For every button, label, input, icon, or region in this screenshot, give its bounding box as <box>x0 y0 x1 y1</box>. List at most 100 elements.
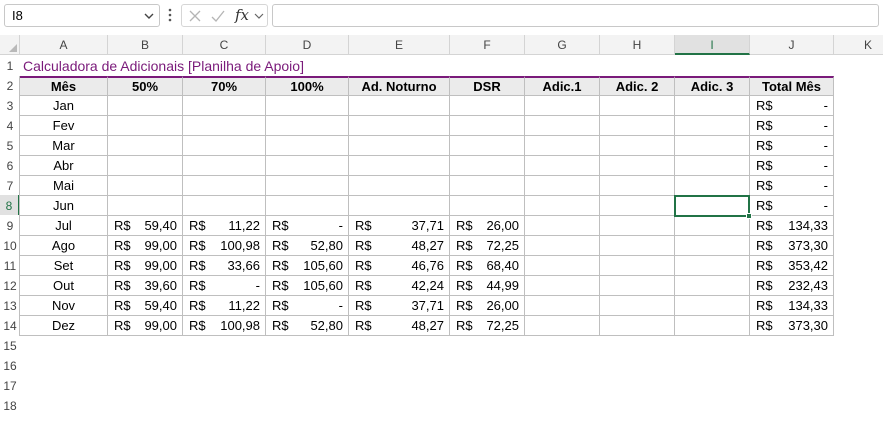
value-cell-v100[interactable] <box>266 116 349 136</box>
column-header-a[interactable]: A <box>20 35 108 55</box>
empty-cell[interactable] <box>600 276 675 296</box>
row-header-13[interactable]: 13 <box>0 295 20 315</box>
total-cell[interactable]: R$ 134,33 <box>750 296 834 316</box>
empty-cell[interactable] <box>675 236 750 256</box>
value-cell-v100[interactable]: R$ 52,80 <box>266 316 349 336</box>
name-box[interactable]: I8 <box>4 4 160 27</box>
total-cell[interactable]: R$ 232,43 <box>750 276 834 296</box>
value-cell-v50[interactable] <box>108 156 183 176</box>
empty-cell[interactable] <box>600 136 675 156</box>
row-header-12[interactable]: 12 <box>0 275 20 295</box>
empty-cell[interactable] <box>525 156 600 176</box>
empty-cell[interactable] <box>675 176 750 196</box>
empty-cell[interactable] <box>600 236 675 256</box>
row-header-8[interactable]: 8 <box>0 195 20 215</box>
total-cell[interactable]: R$ 353,42 <box>750 256 834 276</box>
empty-cell[interactable] <box>600 196 675 216</box>
value-cell-dsr[interactable] <box>450 156 525 176</box>
empty-cell[interactable] <box>600 216 675 236</box>
value-cell-v50[interactable]: R$ 99,00 <box>108 236 183 256</box>
value-cell-v50[interactable]: R$ 99,00 <box>108 256 183 276</box>
column-header-i[interactable]: I <box>675 35 750 55</box>
value-cell-v70[interactable]: R$ - <box>183 276 266 296</box>
total-cell[interactable]: R$ 373,30 <box>750 316 834 336</box>
value-cell-v70[interactable] <box>183 116 266 136</box>
value-cell-v50[interactable] <box>108 136 183 156</box>
table-header-7[interactable]: Adic. 2 <box>600 76 675 96</box>
value-cell-noturno[interactable] <box>349 156 450 176</box>
empty-cell[interactable] <box>525 116 600 136</box>
value-cell-dsr[interactable]: R$ 44,99 <box>450 276 525 296</box>
value-cell-noturno[interactable]: R$ 48,27 <box>349 236 450 256</box>
empty-cell[interactable] <box>525 176 600 196</box>
value-cell-v70[interactable]: R$ 100,98 <box>183 316 266 336</box>
more-options-icon[interactable] <box>166 7 174 23</box>
value-cell-v70[interactable]: R$ 100,98 <box>183 236 266 256</box>
total-cell[interactable]: R$ - <box>750 96 834 116</box>
table-header-2[interactable]: 70% <box>183 76 266 96</box>
value-cell-v70[interactable] <box>183 156 266 176</box>
value-cell-dsr[interactable] <box>450 196 525 216</box>
enter-check-icon[interactable] <box>210 8 226 24</box>
value-cell-noturno[interactable]: R$ 37,71 <box>349 296 450 316</box>
value-cell-dsr[interactable] <box>450 136 525 156</box>
value-cell-dsr[interactable]: R$ 26,00 <box>450 216 525 236</box>
total-cell[interactable]: R$ - <box>750 116 834 136</box>
row-header-6[interactable]: 6 <box>0 155 20 175</box>
value-cell-v50[interactable] <box>108 116 183 136</box>
row-header-1[interactable]: 1 <box>0 55 20 75</box>
row-header-14[interactable]: 14 <box>0 315 20 335</box>
sheet-title[interactable]: Calculadora de Adicionais [Planilha de A… <box>20 55 834 77</box>
month-cell[interactable]: Mar <box>20 136 108 156</box>
column-header-j[interactable]: J <box>750 35 834 55</box>
value-cell-dsr[interactable] <box>450 176 525 196</box>
value-cell-v50[interactable]: R$ 59,40 <box>108 296 183 316</box>
row-header-17[interactable]: 17 <box>0 375 20 395</box>
month-cell[interactable]: Abr <box>20 156 108 176</box>
value-cell-v100[interactable]: R$ - <box>266 216 349 236</box>
row-header-3[interactable]: 3 <box>0 95 20 115</box>
empty-cell[interactable] <box>525 316 600 336</box>
row-header-10[interactable]: 10 <box>0 235 20 255</box>
empty-cell[interactable] <box>525 276 600 296</box>
table-header-9[interactable]: Total Mês <box>750 76 834 96</box>
value-cell-v50[interactable]: R$ 99,00 <box>108 316 183 336</box>
value-cell-v70[interactable] <box>183 196 266 216</box>
total-cell[interactable]: R$ 373,30 <box>750 236 834 256</box>
table-header-5[interactable]: DSR <box>450 76 525 96</box>
value-cell-v100[interactable] <box>266 96 349 116</box>
row-header-5[interactable]: 5 <box>0 135 20 155</box>
value-cell-v100[interactable] <box>266 156 349 176</box>
row-header-9[interactable]: 9 <box>0 215 20 235</box>
select-all-corner[interactable] <box>0 35 20 55</box>
value-cell-noturno[interactable] <box>349 116 450 136</box>
value-cell-dsr[interactable] <box>450 96 525 116</box>
empty-cell[interactable] <box>525 256 600 276</box>
value-cell-noturno[interactable] <box>349 176 450 196</box>
value-cell-v100[interactable]: R$ 105,60 <box>266 276 349 296</box>
empty-cell[interactable] <box>600 156 675 176</box>
value-cell-v100[interactable] <box>266 176 349 196</box>
month-cell[interactable]: Fev <box>20 116 108 136</box>
month-cell[interactable]: Mai <box>20 176 108 196</box>
empty-cell[interactable] <box>525 136 600 156</box>
column-header-c[interactable]: C <box>183 35 266 55</box>
value-cell-v70[interactable]: R$ 11,22 <box>183 296 266 316</box>
value-cell-noturno[interactable]: R$ 37,71 <box>349 216 450 236</box>
empty-cell[interactable] <box>525 216 600 236</box>
value-cell-dsr[interactable]: R$ 68,40 <box>450 256 525 276</box>
empty-cell[interactable] <box>600 176 675 196</box>
value-cell-dsr[interactable]: R$ 26,00 <box>450 296 525 316</box>
value-cell-v50[interactable] <box>108 196 183 216</box>
column-header-k[interactable]: K <box>834 35 883 55</box>
month-cell[interactable]: Jul <box>20 216 108 236</box>
empty-cell[interactable] <box>675 256 750 276</box>
empty-cell[interactable] <box>675 156 750 176</box>
value-cell-v100[interactable] <box>266 136 349 156</box>
cancel-icon[interactable] <box>187 8 203 24</box>
month-cell[interactable]: Ago <box>20 236 108 256</box>
value-cell-v100[interactable]: R$ 52,80 <box>266 236 349 256</box>
value-cell-dsr[interactable] <box>450 116 525 136</box>
empty-cell[interactable] <box>675 276 750 296</box>
total-cell[interactable]: R$ - <box>750 136 834 156</box>
